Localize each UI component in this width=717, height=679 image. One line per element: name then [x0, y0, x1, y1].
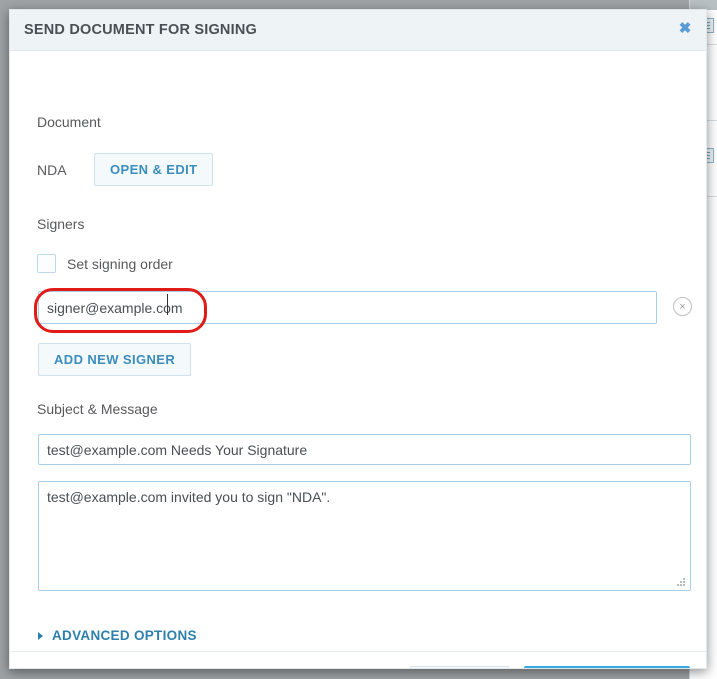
modal-title: SEND DOCUMENT FOR SIGNING — [24, 22, 257, 38]
add-new-signer-button[interactable]: ADD NEW SIGNER — [38, 343, 192, 376]
textarea-resize-handle[interactable] — [676, 578, 685, 587]
open-and-edit-button[interactable]: OPEN & EDIT — [94, 153, 214, 186]
signer-email-input[interactable] — [38, 291, 657, 324]
remove-signer-icon[interactable]: × — [673, 297, 692, 316]
subject-input[interactable] — [38, 434, 691, 465]
cancel-button[interactable]: CANCEL — [410, 666, 509, 668]
subject-message-section-label: Subject & Message — [37, 401, 158, 417]
set-signing-order-label: Set signing order — [67, 255, 173, 272]
advanced-options-toggle[interactable]: ADVANCED OPTIONS — [38, 628, 197, 643]
message-textarea[interactable] — [38, 481, 691, 591]
send-document-modal: SEND DOCUMENT FOR SIGNING ✖ Document NDA… — [9, 9, 707, 669]
modal-footer: CANCEL SEND DOCUMENT — [10, 651, 706, 668]
chevron-right-icon — [38, 631, 43, 640]
send-document-button[interactable]: SEND DOCUMENT — [523, 666, 690, 668]
signer-row: × — [38, 291, 693, 324]
document-row: NDA OPEN & EDIT — [37, 153, 214, 186]
set-signing-order-checkbox[interactable] — [37, 254, 56, 273]
signers-section-label: Signers — [37, 216, 85, 232]
text-cursor — [167, 294, 168, 315]
document-section-label: Document — [37, 114, 101, 130]
modal-header: SEND DOCUMENT FOR SIGNING ✖ — [10, 10, 706, 51]
close-icon[interactable]: ✖ — [674, 18, 696, 40]
set-signing-order-row[interactable]: Set signing order — [37, 254, 173, 273]
document-name: NDA — [37, 161, 67, 178]
advanced-options-label: ADVANCED OPTIONS — [52, 628, 197, 643]
